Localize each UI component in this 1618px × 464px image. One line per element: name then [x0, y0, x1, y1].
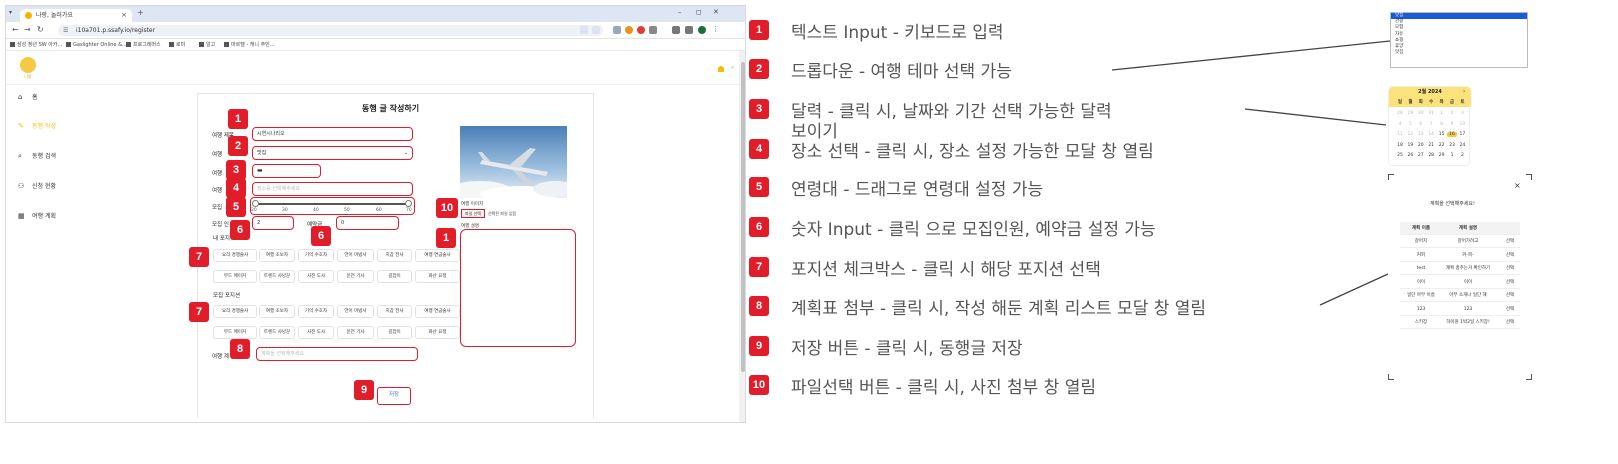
table-row: 스키장 하이원 1박2일 스키장! 선택 — [1400, 316, 1520, 329]
select-link[interactable]: 선택 — [1500, 289, 1520, 302]
table-header-row: 계획 이름 계획 설명 — [1400, 222, 1520, 235]
table-cell: 일단 아무 이름 — [1407, 293, 1435, 298]
corner-mark — [1526, 374, 1532, 380]
calendar-day[interactable]: 15 — [1437, 132, 1447, 137]
table-cell: 123 — [1416, 306, 1426, 312]
table-cell: 계획 총주는거 확인하기 — [1445, 266, 1491, 271]
column-header: 계획 이름 — [1411, 226, 1431, 231]
select-link[interactable]: 선택 — [1500, 249, 1520, 262]
connector-lines — [1111, 40, 1391, 306]
calendar-day[interactable]: 10 — [1457, 122, 1467, 127]
weekday-label: 화 — [1418, 100, 1423, 105]
calendar-day[interactable]: 1 — [1437, 111, 1447, 116]
calendar-day[interactable]: 23 — [1447, 143, 1457, 148]
calendar-day[interactable]: 3 — [1457, 111, 1467, 116]
column-header: 계획 설명 — [1458, 226, 1478, 231]
weekday-label: 월 — [1408, 100, 1413, 105]
calendar-preview: 2월 2024 › 일월화수목금토 28 29 30 31 1 2 3 4 5 6 7 8 9 10 11 1… — [1388, 86, 1471, 166]
calendar-day[interactable]: 1 — [1447, 153, 1457, 158]
connector-line — [1319, 273, 1389, 306]
calendar-day[interactable]: 20 — [1416, 143, 1426, 148]
calendar-day[interactable]: 21 — [1426, 143, 1436, 148]
calendar-day[interactable]: 17 — [1457, 132, 1467, 137]
table-cell: 커-피- — [1462, 252, 1474, 258]
table-cell: 하이원 1박2일 스키장! — [1446, 320, 1490, 325]
select-link[interactable]: 선택 — [1500, 316, 1520, 329]
table-cell: 아무 소개나 일단 해 — [1449, 293, 1487, 298]
table-row: 커피 커-피- 선택 — [1400, 249, 1520, 262]
corner-mark — [1526, 174, 1532, 180]
calendar-day[interactable]: 22 — [1437, 143, 1447, 148]
calendar-day[interactable]: 26 — [1405, 153, 1415, 158]
calendar-day[interactable]: 31 — [1426, 111, 1436, 116]
calendar-day[interactable]: 27 — [1416, 153, 1426, 158]
calendar-day[interactable]: 12 — [1405, 132, 1415, 137]
connector-line — [1111, 40, 1391, 71]
calendar-day[interactable]: 29 — [1405, 111, 1415, 116]
calendar-day[interactable]: 28 — [1395, 111, 1405, 116]
calendar-day[interactable]: 16 — [1447, 132, 1457, 137]
table-cell: test — [1416, 266, 1426, 271]
table-row: test 계획 총주는거 확인하기 선택 — [1400, 262, 1520, 275]
connector-line — [1244, 108, 1387, 126]
calendar-day[interactable]: 8 — [1437, 122, 1447, 127]
calendar-day[interactable]: 4 — [1395, 122, 1405, 127]
calendar-day[interactable]: 14 — [1426, 132, 1436, 137]
table-cell: 이이 — [1416, 279, 1426, 285]
select-link[interactable]: 선택 — [1500, 303, 1520, 316]
calendar-day[interactable]: 6 — [1416, 122, 1426, 127]
weekday-label: 일 — [1397, 100, 1403, 105]
calendar-day[interactable]: 28 — [1426, 153, 1436, 158]
table-cell: 커피 — [1416, 252, 1426, 258]
table-row: 123 123 선택 — [1400, 303, 1520, 316]
calendar-day[interactable]: 11 — [1395, 132, 1405, 137]
table-row: 일단 아무 이름 아무 소개나 일단 해 선택 — [1400, 289, 1520, 302]
weekday-label: 수 — [1429, 100, 1434, 105]
select-link[interactable]: 선택 — [1500, 276, 1520, 289]
calendar-day[interactable]: 30 — [1416, 111, 1426, 116]
calendar-day[interactable]: 18 — [1395, 143, 1405, 148]
weekday-label: 목 — [1439, 100, 1444, 105]
table-cell: 이이 — [1463, 279, 1473, 285]
dropdown-preview: 맛집 관광 모험 자유 쇼핑 휴양 맛집 — [1390, 12, 1528, 68]
calendar-weekday-row: 일월화 수목금토 — [1389, 98, 1471, 107]
calendar-day[interactable]: 24 — [1457, 143, 1467, 148]
weekday-label: 금 — [1449, 100, 1455, 105]
calendar-day[interactable]: 9 — [1447, 122, 1457, 127]
calendar-day[interactable]: 29 — [1437, 153, 1447, 158]
dropdown-option[interactable]: 맛집 — [1391, 50, 1527, 56]
calendar-day[interactable]: 25 — [1395, 153, 1405, 158]
calendar-title: 2월 2024 — [1389, 87, 1471, 98]
corner-mark — [1388, 374, 1394, 380]
table-row: 갈어지 갈어가려고 선택 — [1400, 235, 1520, 248]
calendar-day[interactable]: 5 — [1405, 122, 1415, 127]
select-link[interactable]: 선택 — [1500, 262, 1520, 275]
table-cell: 스키장 — [1414, 320, 1428, 325]
table-cell: 갈어지 — [1414, 239, 1428, 244]
calendar-day[interactable]: 2 — [1447, 111, 1457, 116]
close-icon[interactable]: × — [1514, 181, 1521, 190]
table-row: 이이 이이 선택 — [1400, 276, 1520, 289]
table-cell: 갈어가려고 — [1457, 239, 1479, 244]
modal-title: 계획을 선택해주세요! — [1430, 201, 1475, 207]
chevron-right-icon[interactable]: › — [1463, 88, 1465, 95]
calendar-day[interactable]: 7 — [1426, 122, 1436, 127]
calendar-day[interactable]: 19 — [1405, 143, 1415, 148]
table-cell: 123 — [1463, 306, 1473, 312]
select-link[interactable]: 선택 — [1500, 235, 1520, 248]
weekday-label: 토 — [1460, 100, 1465, 105]
corner-mark — [1388, 174, 1394, 180]
calendar-day[interactable]: 2 — [1457, 153, 1467, 158]
calendar-day[interactable]: 13 — [1416, 132, 1426, 137]
